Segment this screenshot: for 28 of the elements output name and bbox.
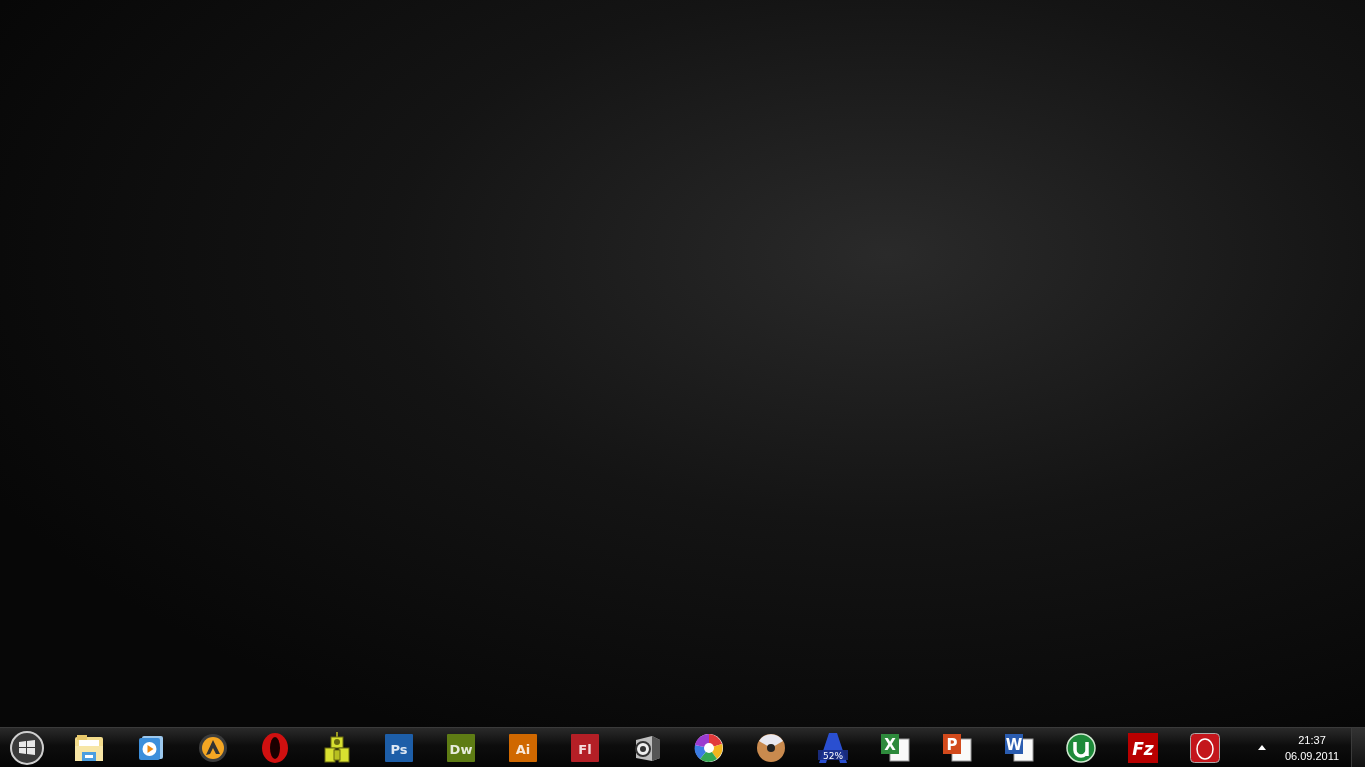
clock[interactable]: 21:37 06.09.2011: [1277, 728, 1347, 767]
app-tile-icon: Fl: [571, 733, 599, 762]
taskbar-button[interactable]: Ai: [493, 728, 553, 767]
folder-icon: [73, 732, 105, 763]
filezilla-icon: Fz: [1128, 732, 1158, 763]
taskbar-button[interactable]: W: [989, 728, 1049, 767]
media-player-icon: [138, 734, 164, 761]
app-icon: [1190, 732, 1220, 763]
taskbar-button[interactable]: Fz: [1113, 728, 1173, 767]
taskbar-button[interactable]: P: [927, 728, 987, 767]
taskbar-button[interactable]: Dw: [431, 728, 491, 767]
aimp-icon: [198, 732, 228, 763]
disc-icon: [756, 732, 786, 763]
app-tile-icon: Ps: [385, 733, 413, 762]
taskbar-button[interactable]: Ps: [369, 728, 429, 767]
pinwheel-icon: [694, 732, 724, 763]
opera-icon: [261, 731, 289, 764]
app-tile-icon: Dw: [447, 733, 475, 762]
taskbar-button[interactable]: 52%: [803, 728, 863, 767]
clock-date: 06.09.2011: [1284, 748, 1340, 764]
taskbar-button[interactable]: X: [865, 728, 925, 767]
robot-icon: [323, 731, 351, 764]
font-icon: 52%: [817, 732, 849, 763]
taskbar-button[interactable]: Fl: [555, 728, 615, 767]
clock-time: 21:37: [1298, 732, 1326, 748]
utorrent-icon: [1066, 732, 1096, 763]
app-tile-icon: Ai: [509, 733, 537, 762]
up-arrow-icon: [1258, 745, 1266, 750]
